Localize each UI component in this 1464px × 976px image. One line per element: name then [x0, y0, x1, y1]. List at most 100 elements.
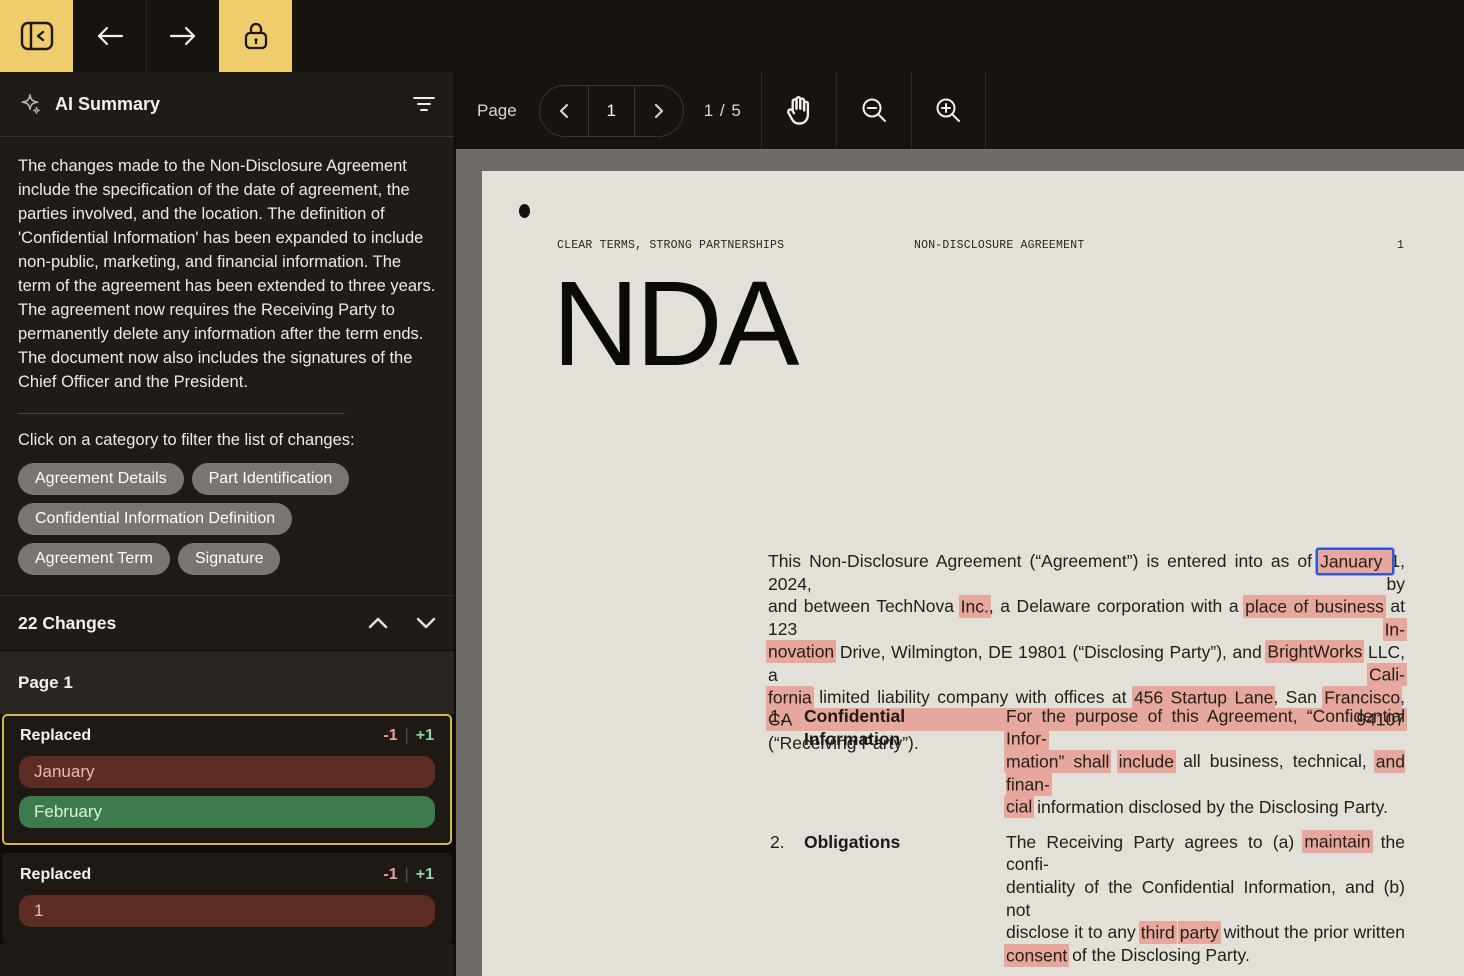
doc-text: The Receiving Party agrees to (a) [1006, 832, 1304, 852]
change-highlight[interactable]: In- [1383, 618, 1407, 641]
changes-header: 22 Changes [0, 595, 454, 651]
change-highlight[interactable]: include [1117, 750, 1176, 773]
doc-text: , a Delaware corporation with a [989, 596, 1245, 616]
forward-button[interactable] [146, 0, 219, 72]
doc-line: disclose it to any third party without t… [1006, 921, 1405, 944]
doc-line: The Receiving Party agrees to (a) mainta… [1006, 831, 1405, 876]
page-navigator: 1 [539, 85, 684, 137]
count-divider: | [405, 727, 409, 744]
ai-summary-panel: AI Summary The changes made to the Non-D… [0, 72, 455, 976]
nda-term-item: 2.ObligationsThe Receiving Party agrees … [770, 831, 1464, 967]
doc-text: dentiality of the Confidential Informati… [1006, 877, 1405, 920]
change-counts: -1 | +1 [383, 727, 434, 745]
doc-line: consent of the Disclosing Party. [1006, 944, 1405, 967]
changes-count: 22 Changes [18, 613, 116, 634]
page-indicator: 1 / 5 [704, 101, 742, 121]
doc-line: mation” shall include all business, tech… [1006, 750, 1405, 795]
document-viewer[interactable]: CLEAR TERMS, STRONG PARTNERSHIPS NON-DIS… [456, 149, 1464, 976]
page-number-input[interactable]: 1 [588, 86, 635, 136]
added-count: +1 [416, 727, 434, 744]
chevron-left-icon [559, 103, 569, 119]
category-chips: Agreement DetailsPart Identification Conf… [0, 463, 454, 595]
change-type-label: Replaced [20, 866, 91, 884]
category-chip-confidential-information-definition[interactable]: Confidential Information Definition [18, 503, 292, 535]
previous-change-button[interactable] [368, 617, 388, 629]
zoom-in-icon [933, 96, 963, 126]
change-highlight[interactable]: Infor- [1004, 727, 1049, 750]
lock-icon [242, 21, 270, 51]
change-highlight[interactable]: place of business [1243, 595, 1386, 618]
doc-line: For the purpose of this Agreement, “Conf… [1006, 705, 1405, 750]
term-body: The Receiving Party agrees to (a) mainta… [1006, 831, 1405, 967]
selected-change-highlight[interactable]: January [1318, 550, 1392, 573]
ai-summary-text: The changes made to the Non-Disclosure A… [0, 137, 452, 394]
previous-page-button[interactable] [540, 86, 588, 136]
term-heading: Confidential Information [804, 705, 1006, 819]
category-chip-signature[interactable]: Signature [178, 543, 281, 575]
doc-text: of the Disclosing Party. [1067, 945, 1250, 965]
category-chip-part-identification[interactable]: Part Identification [192, 463, 350, 495]
lock-button[interactable] [219, 0, 292, 72]
term-number: 1. [770, 705, 804, 819]
doc-line: This Non-Disclosure Agreement (“Agreemen… [768, 550, 1405, 595]
header-left: CLEAR TERMS, STRONG PARTNERSHIPS [557, 239, 784, 252]
change-highlight[interactable]: BrightWorks [1265, 640, 1364, 663]
change-highlight[interactable]: consent [1004, 944, 1069, 967]
removed-count: -1 [383, 727, 397, 744]
page-section-header: Page 1 [0, 651, 454, 714]
term-number: 2. [770, 831, 804, 967]
changes-list: Replaced-1|+1JanuaryFebruaryReplaced-1|+… [0, 714, 454, 944]
next-page-button[interactable] [635, 86, 683, 136]
change-highlight[interactable]: maintain [1302, 830, 1372, 853]
filter-icon [412, 96, 436, 112]
change-highlight[interactable]: Inc. [959, 595, 991, 618]
doc-text: Drive, Wilmington, DE 19801 (“Disclosing… [834, 642, 1267, 662]
doc-text: For the purpose of this Agreement, “Conf… [1006, 706, 1405, 726]
filter-button[interactable] [412, 96, 436, 112]
change-highlight[interactable]: third [1139, 921, 1177, 944]
doc-text: without the prior written [1219, 922, 1405, 942]
change-type-label: Replaced [20, 727, 91, 745]
change-highlight[interactable]: novation [766, 640, 836, 663]
view-tools [761, 72, 986, 149]
sparkle-icon [18, 92, 42, 116]
change-card[interactable]: Replaced -1|+1 1 [2, 853, 452, 944]
zoom-out-button[interactable] [836, 72, 911, 149]
change-counts: -1|+1 [383, 866, 434, 884]
zoom-out-icon [859, 96, 889, 126]
change-highlight[interactable]: cial [1004, 795, 1034, 818]
nda-term-item: 1.Confidential InformationFor the purpos… [770, 705, 1464, 819]
page-label: Page [477, 101, 517, 121]
chevron-up-icon [368, 617, 388, 629]
back-button[interactable] [73, 0, 146, 72]
document-title: NDA [552, 263, 795, 384]
arrow-right-icon [169, 25, 197, 47]
change-highlight[interactable]: Cali- [1367, 663, 1407, 686]
document-page: CLEAR TERMS, STRONG PARTNERSHIPS NON-DIS… [482, 171, 1464, 976]
change-highlight[interactable]: party [1178, 921, 1221, 944]
panel-title: AI Summary [55, 94, 160, 115]
document-toolbar: Page 1 1 / 5 [456, 72, 1464, 149]
hand-tool-button[interactable] [761, 72, 836, 149]
toggle-sidebar-button[interactable] [0, 0, 73, 72]
doc-text: This Non-Disclosure Agreement (“Agreemen… [768, 551, 1320, 571]
document-running-header: CLEAR TERMS, STRONG PARTNERSHIPS NON-DIS… [482, 239, 1464, 255]
hand-icon [783, 94, 815, 128]
added-count: +1 [416, 866, 434, 883]
removed-text-pill: 1 [19, 895, 435, 927]
header-page-number: 1 [1397, 239, 1404, 252]
zoom-in-button[interactable] [911, 72, 986, 149]
doc-line: dentiality of the Confidential Informati… [1006, 876, 1405, 921]
term-body: For the purpose of this Agreement, “Conf… [1006, 705, 1405, 819]
doc-text: and between TechNova [768, 596, 961, 616]
filter-hint: Click on a category to filter the list o… [0, 414, 454, 463]
next-change-button[interactable] [416, 617, 436, 629]
top-toolbar [0, 0, 1464, 72]
change-card[interactable]: Replaced-1|+1JanuaryFebruary [2, 714, 452, 845]
doc-line: novation Drive, Wilmington, DE 19801 (“D… [768, 641, 1405, 686]
doc-text: disclose it to any [1006, 922, 1141, 942]
change-highlight[interactable]: mation” shall [1004, 750, 1111, 773]
chevron-down-icon [416, 617, 436, 629]
category-chip-agreement-details[interactable]: Agreement Details [18, 463, 184, 495]
category-chip-agreement-term[interactable]: Agreement Term [18, 543, 170, 575]
